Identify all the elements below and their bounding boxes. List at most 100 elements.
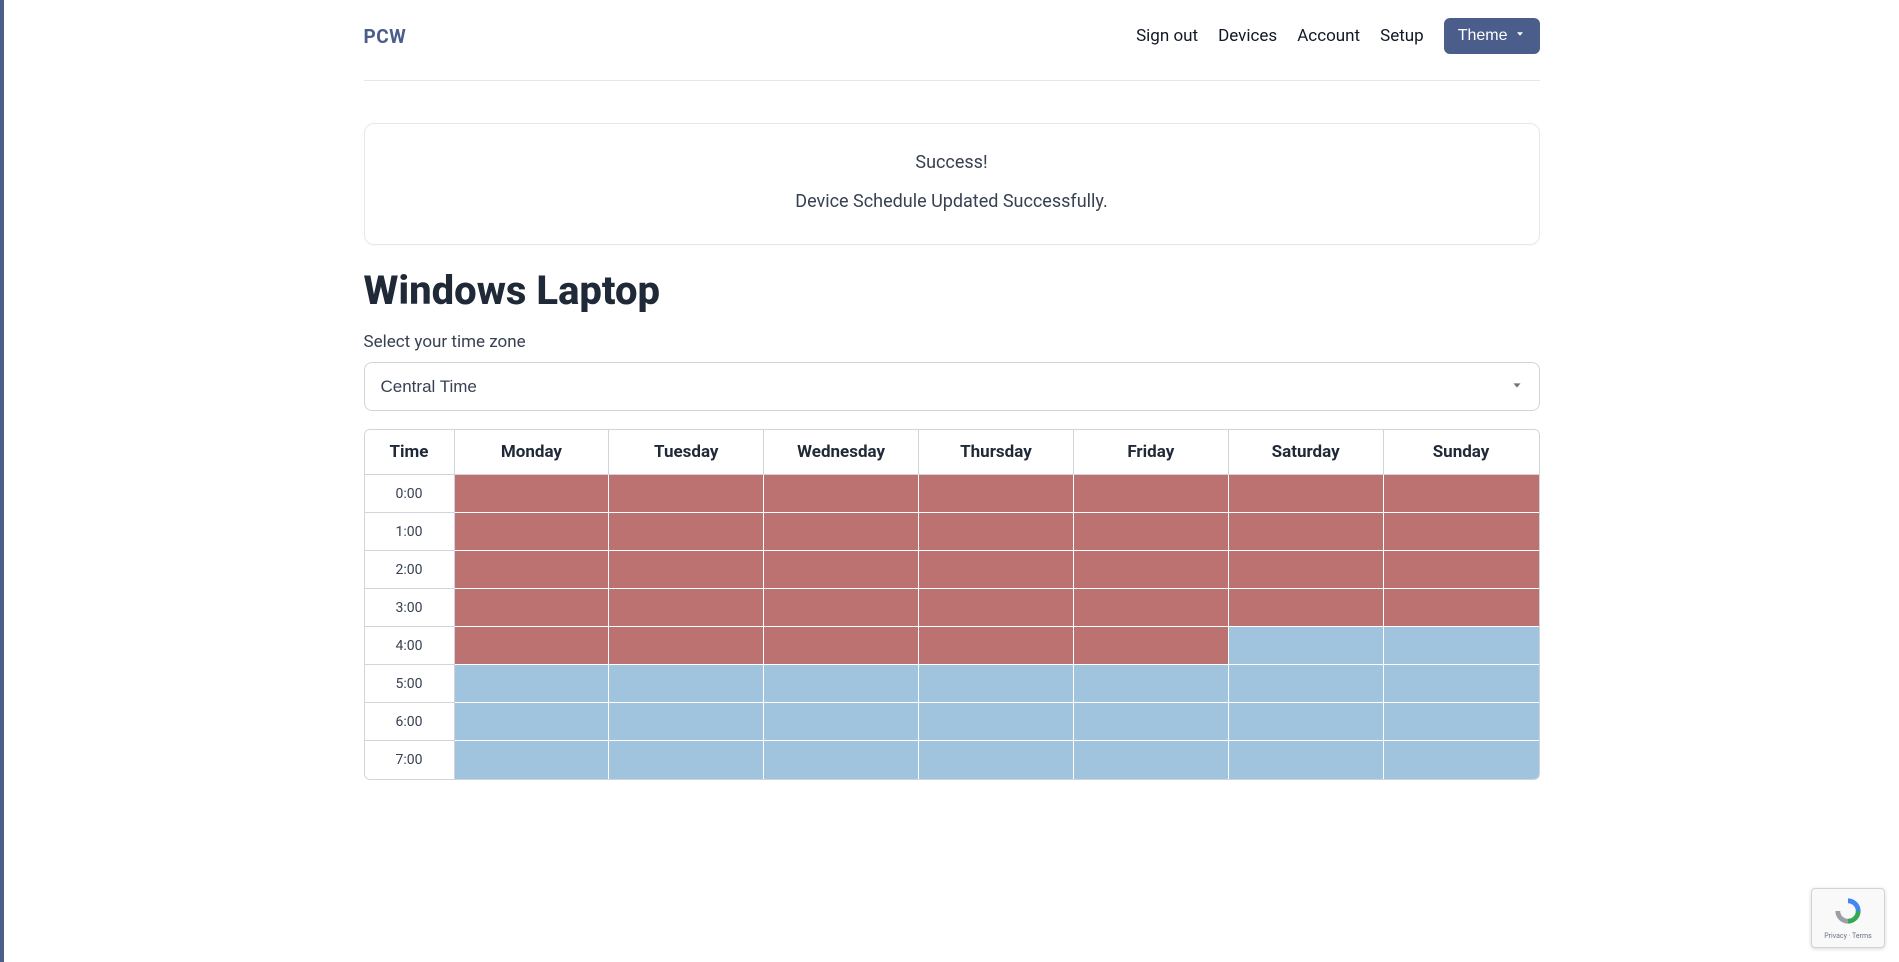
schedule-slot[interactable] xyxy=(919,589,1074,627)
col-saturday: Saturday xyxy=(1229,430,1384,475)
schedule-slot[interactable] xyxy=(1074,475,1229,513)
time-cell: 1:00 xyxy=(365,513,455,551)
col-thursday: Thursday xyxy=(919,430,1074,475)
schedule-slot[interactable] xyxy=(1229,741,1384,779)
header: PCW Sign out Devices Account Setup Theme xyxy=(364,0,1540,81)
col-friday: Friday xyxy=(1074,430,1229,475)
schedule-slot[interactable] xyxy=(1384,475,1539,513)
time-cell: 7:00 xyxy=(365,741,455,779)
schedule-slot[interactable] xyxy=(1229,703,1384,741)
alert-message: Device Schedule Updated Successfully. xyxy=(385,191,1519,212)
theme-label: Theme xyxy=(1458,27,1508,45)
nav-account[interactable]: Account xyxy=(1297,26,1360,46)
col-wednesday: Wednesday xyxy=(764,430,919,475)
schedule-slot[interactable] xyxy=(609,551,764,589)
nav-devices[interactable]: Devices xyxy=(1218,26,1277,46)
schedule-table: Time Monday Tuesday Wednesday Thursday F… xyxy=(364,429,1540,780)
schedule-slot[interactable] xyxy=(455,627,610,665)
chevron-down-icon xyxy=(1514,27,1526,45)
schedule-slot[interactable] xyxy=(1074,513,1229,551)
page-title: Windows Laptop xyxy=(364,267,1540,314)
schedule-slot[interactable] xyxy=(609,741,764,779)
schedule-slot[interactable] xyxy=(1229,665,1384,703)
schedule-slot[interactable] xyxy=(1229,551,1384,589)
schedule-slot[interactable] xyxy=(764,741,919,779)
schedule-slot[interactable] xyxy=(1074,627,1229,665)
table-row: 1:00 xyxy=(365,513,1539,551)
schedule-slot[interactable] xyxy=(1074,741,1229,779)
schedule-slot[interactable] xyxy=(455,741,610,779)
schedule-slot[interactable] xyxy=(764,551,919,589)
recaptcha-text: Privacy · Terms xyxy=(1824,932,1871,940)
schedule-slot[interactable] xyxy=(1384,513,1539,551)
schedule-slot[interactable] xyxy=(919,741,1074,779)
table-row: 7:00 xyxy=(365,741,1539,779)
schedule-slot[interactable] xyxy=(609,665,764,703)
schedule-slot[interactable] xyxy=(919,627,1074,665)
table-row: 5:00 xyxy=(365,665,1539,703)
time-cell: 3:00 xyxy=(365,589,455,627)
schedule-slot[interactable] xyxy=(609,589,764,627)
col-monday: Monday xyxy=(455,430,610,475)
schedule-slot[interactable] xyxy=(919,703,1074,741)
schedule-slot[interactable] xyxy=(609,513,764,551)
schedule-slot[interactable] xyxy=(919,513,1074,551)
table-row: 6:00 xyxy=(365,703,1539,741)
table-row: 0:00 xyxy=(365,475,1539,513)
theme-dropdown-button[interactable]: Theme xyxy=(1444,18,1540,54)
schedule-slot[interactable] xyxy=(764,665,919,703)
time-cell: 0:00 xyxy=(365,475,455,513)
schedule-slot[interactable] xyxy=(1229,475,1384,513)
schedule-slot[interactable] xyxy=(919,665,1074,703)
table-row: 3:00 xyxy=(365,589,1539,627)
schedule-slot[interactable] xyxy=(1384,551,1539,589)
schedule-slot[interactable] xyxy=(455,665,610,703)
top-nav: Sign out Devices Account Setup Theme xyxy=(1136,18,1539,54)
schedule-slot[interactable] xyxy=(1229,627,1384,665)
schedule-slot[interactable] xyxy=(764,703,919,741)
timezone-select-wrap: Central Time xyxy=(364,362,1540,411)
schedule-slot[interactable] xyxy=(455,703,610,741)
time-cell: 6:00 xyxy=(365,703,455,741)
table-row: 4:00 xyxy=(365,627,1539,665)
schedule-slot[interactable] xyxy=(764,589,919,627)
schedule-slot[interactable] xyxy=(1074,703,1229,741)
schedule-slot[interactable] xyxy=(1384,665,1539,703)
schedule-header-row: Time Monday Tuesday Wednesday Thursday F… xyxy=(365,430,1539,475)
nav-signout[interactable]: Sign out xyxy=(1136,26,1198,46)
schedule-slot[interactable] xyxy=(919,551,1074,589)
recaptcha-icon xyxy=(1833,896,1863,930)
success-alert: Success! Device Schedule Updated Success… xyxy=(364,123,1540,245)
schedule-slot[interactable] xyxy=(1229,589,1384,627)
time-cell: 4:00 xyxy=(365,627,455,665)
schedule-slot[interactable] xyxy=(764,475,919,513)
schedule-slot[interactable] xyxy=(1074,589,1229,627)
schedule-slot[interactable] xyxy=(455,589,610,627)
schedule-slot[interactable] xyxy=(455,551,610,589)
schedule-slot[interactable] xyxy=(455,513,610,551)
nav-setup[interactable]: Setup xyxy=(1380,26,1424,46)
brand-logo[interactable]: PCW xyxy=(364,25,407,48)
schedule-slot[interactable] xyxy=(1384,741,1539,779)
time-cell: 2:00 xyxy=(365,551,455,589)
col-time: Time xyxy=(365,430,455,475)
schedule-slot[interactable] xyxy=(609,475,764,513)
schedule-slot[interactable] xyxy=(1074,551,1229,589)
schedule-slot[interactable] xyxy=(764,513,919,551)
schedule-slot[interactable] xyxy=(1384,627,1539,665)
timezone-select[interactable]: Central Time xyxy=(364,362,1540,411)
schedule-slot[interactable] xyxy=(609,703,764,741)
schedule-slot[interactable] xyxy=(455,475,610,513)
schedule-slot[interactable] xyxy=(764,627,919,665)
schedule-slot[interactable] xyxy=(609,627,764,665)
col-sunday: Sunday xyxy=(1384,430,1539,475)
schedule-slot[interactable] xyxy=(919,475,1074,513)
schedule-slot[interactable] xyxy=(1384,589,1539,627)
schedule-slot[interactable] xyxy=(1384,703,1539,741)
col-tuesday: Tuesday xyxy=(609,430,764,475)
table-row: 2:00 xyxy=(365,551,1539,589)
timezone-label: Select your time zone xyxy=(364,332,1540,352)
recaptcha-badge[interactable]: Privacy · Terms xyxy=(1811,888,1885,948)
schedule-slot[interactable] xyxy=(1229,513,1384,551)
schedule-slot[interactable] xyxy=(1074,665,1229,703)
